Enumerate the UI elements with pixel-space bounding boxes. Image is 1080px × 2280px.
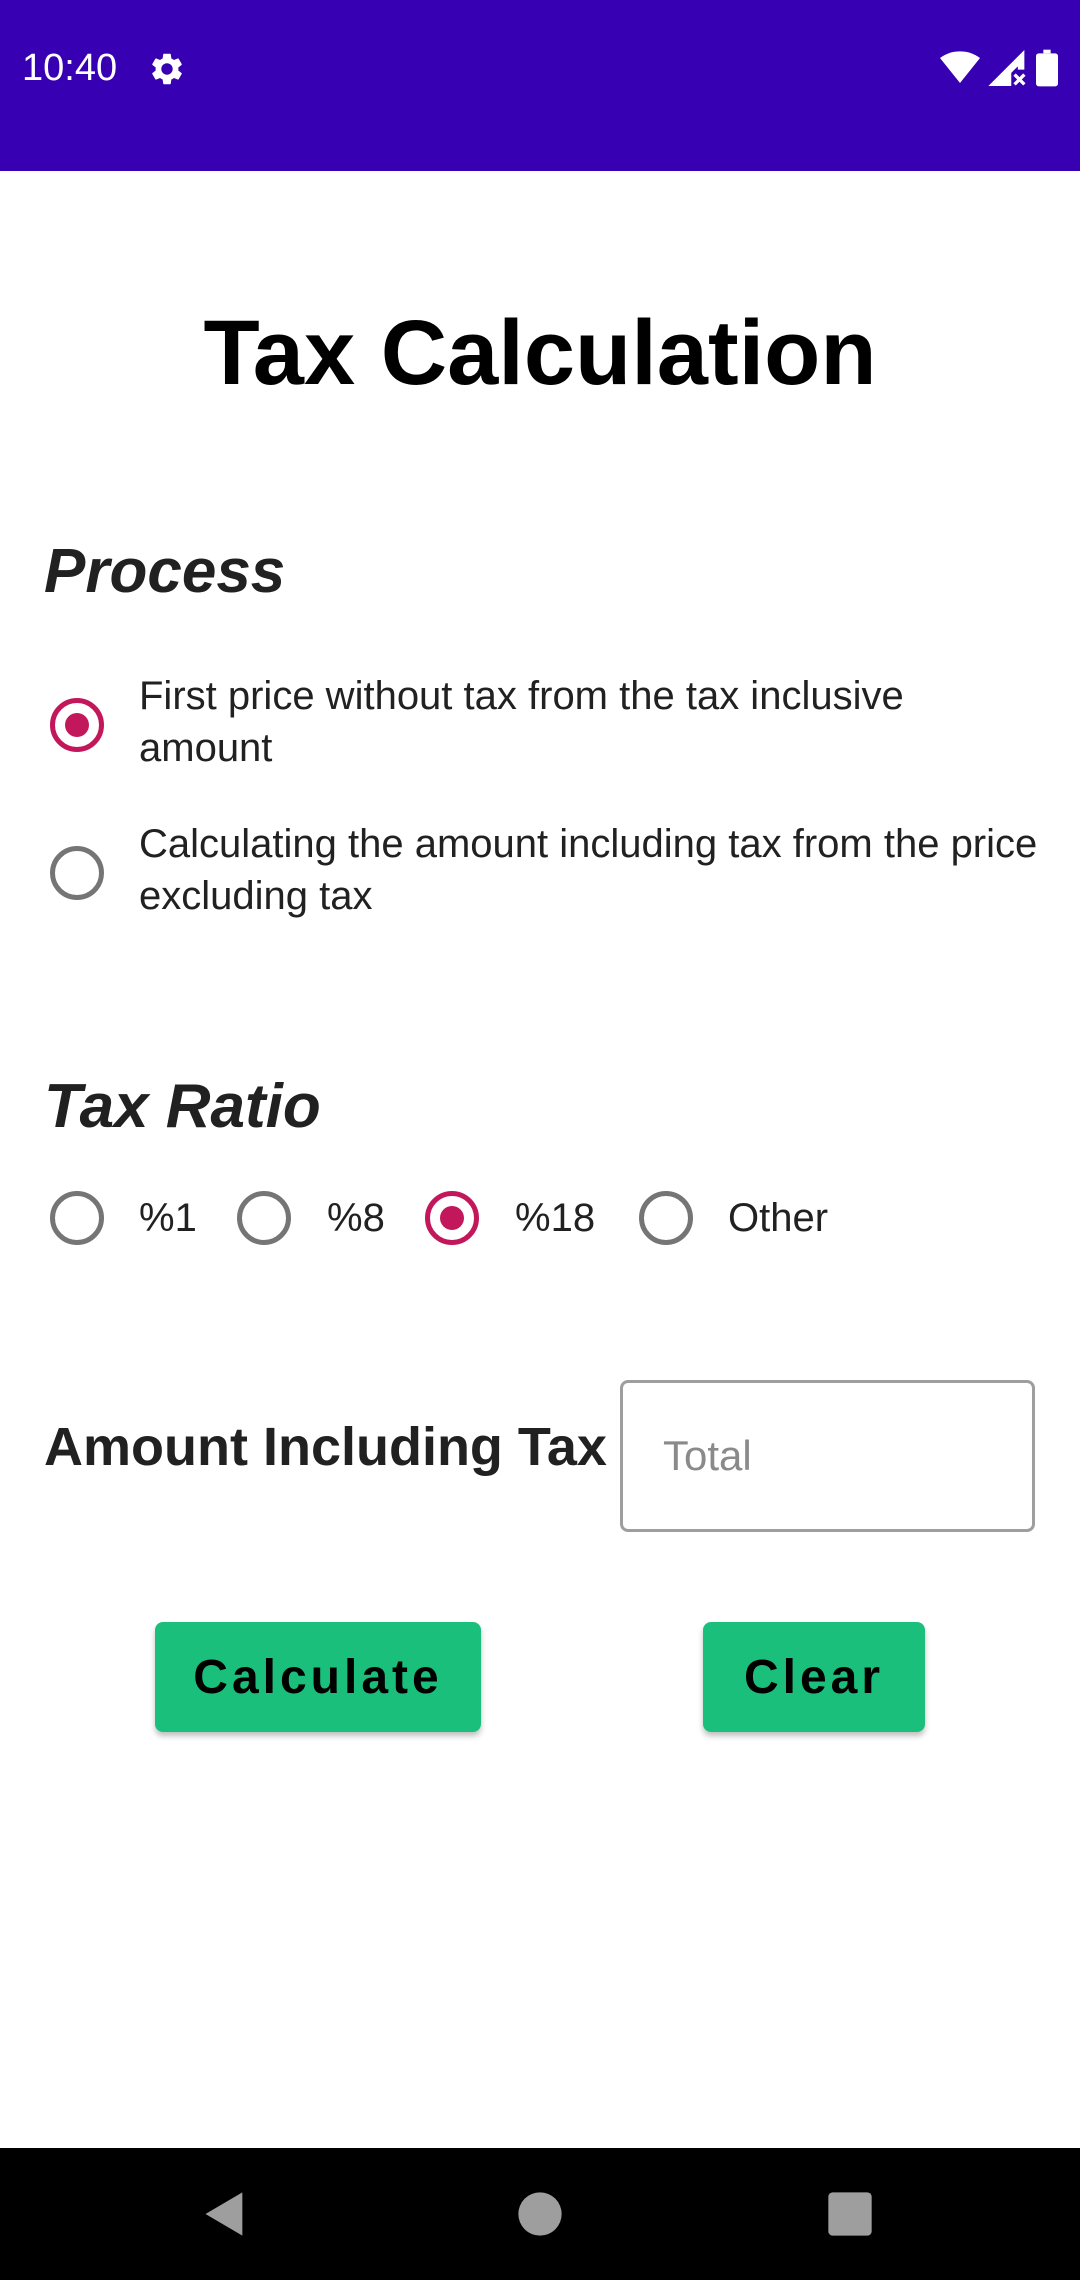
recents-icon[interactable] [824, 2188, 876, 2240]
navigation-bar [0, 2148, 1080, 2280]
page-title: Tax Calculation [203, 302, 877, 404]
process-option-including-tax[interactable]: Calculating the amount including tax fro… [0, 818, 1080, 928]
back-icon[interactable] [199, 2188, 251, 2240]
total-input[interactable] [620, 1380, 1035, 1532]
process-option-label: First price without tax from the tax inc… [139, 674, 904, 770]
tax-ratio-radio-8[interactable] [237, 1191, 291, 1245]
tax-ratio-heading: Tax Ratio [44, 1072, 321, 1141]
process-option-radio[interactable] [50, 698, 104, 752]
calculate-button[interactable]: Calculate [155, 1622, 481, 1732]
battery-icon [1036, 49, 1058, 87]
amount-label: Amount Including Tax [44, 1417, 607, 1477]
wifi-icon [940, 51, 980, 83]
signal-icon [988, 50, 1026, 86]
status-icons [940, 48, 1058, 88]
gear-icon [152, 53, 182, 85]
tax-ratio-radio-18[interactable] [425, 1191, 479, 1245]
tax-ratio-label-8: %8 [327, 1196, 385, 1240]
tax-ratio-label-1: %1 [139, 1196, 197, 1240]
tax-ratio-radio-1[interactable] [50, 1191, 104, 1245]
tax-ratio-label-18: %18 [515, 1196, 596, 1240]
tax-ratio-radio-other[interactable] [639, 1191, 693, 1245]
process-option-first-price[interactable]: First price without tax from the tax inc… [0, 670, 1080, 780]
status-time: 10:40 [22, 47, 118, 89]
process-option-radio[interactable] [50, 846, 104, 900]
home-icon[interactable] [514, 2188, 566, 2240]
clear-button[interactable]: Clear [703, 1622, 925, 1732]
tax-ratio-options: %1 %8 %18 Other [0, 1188, 1080, 1248]
process-heading: Process [44, 537, 286, 606]
process-option-label: Calculating the amount including tax fro… [139, 822, 1038, 918]
tax-ratio-label-other: Other [728, 1196, 829, 1240]
status-bar: 10:40 [0, 0, 1080, 171]
